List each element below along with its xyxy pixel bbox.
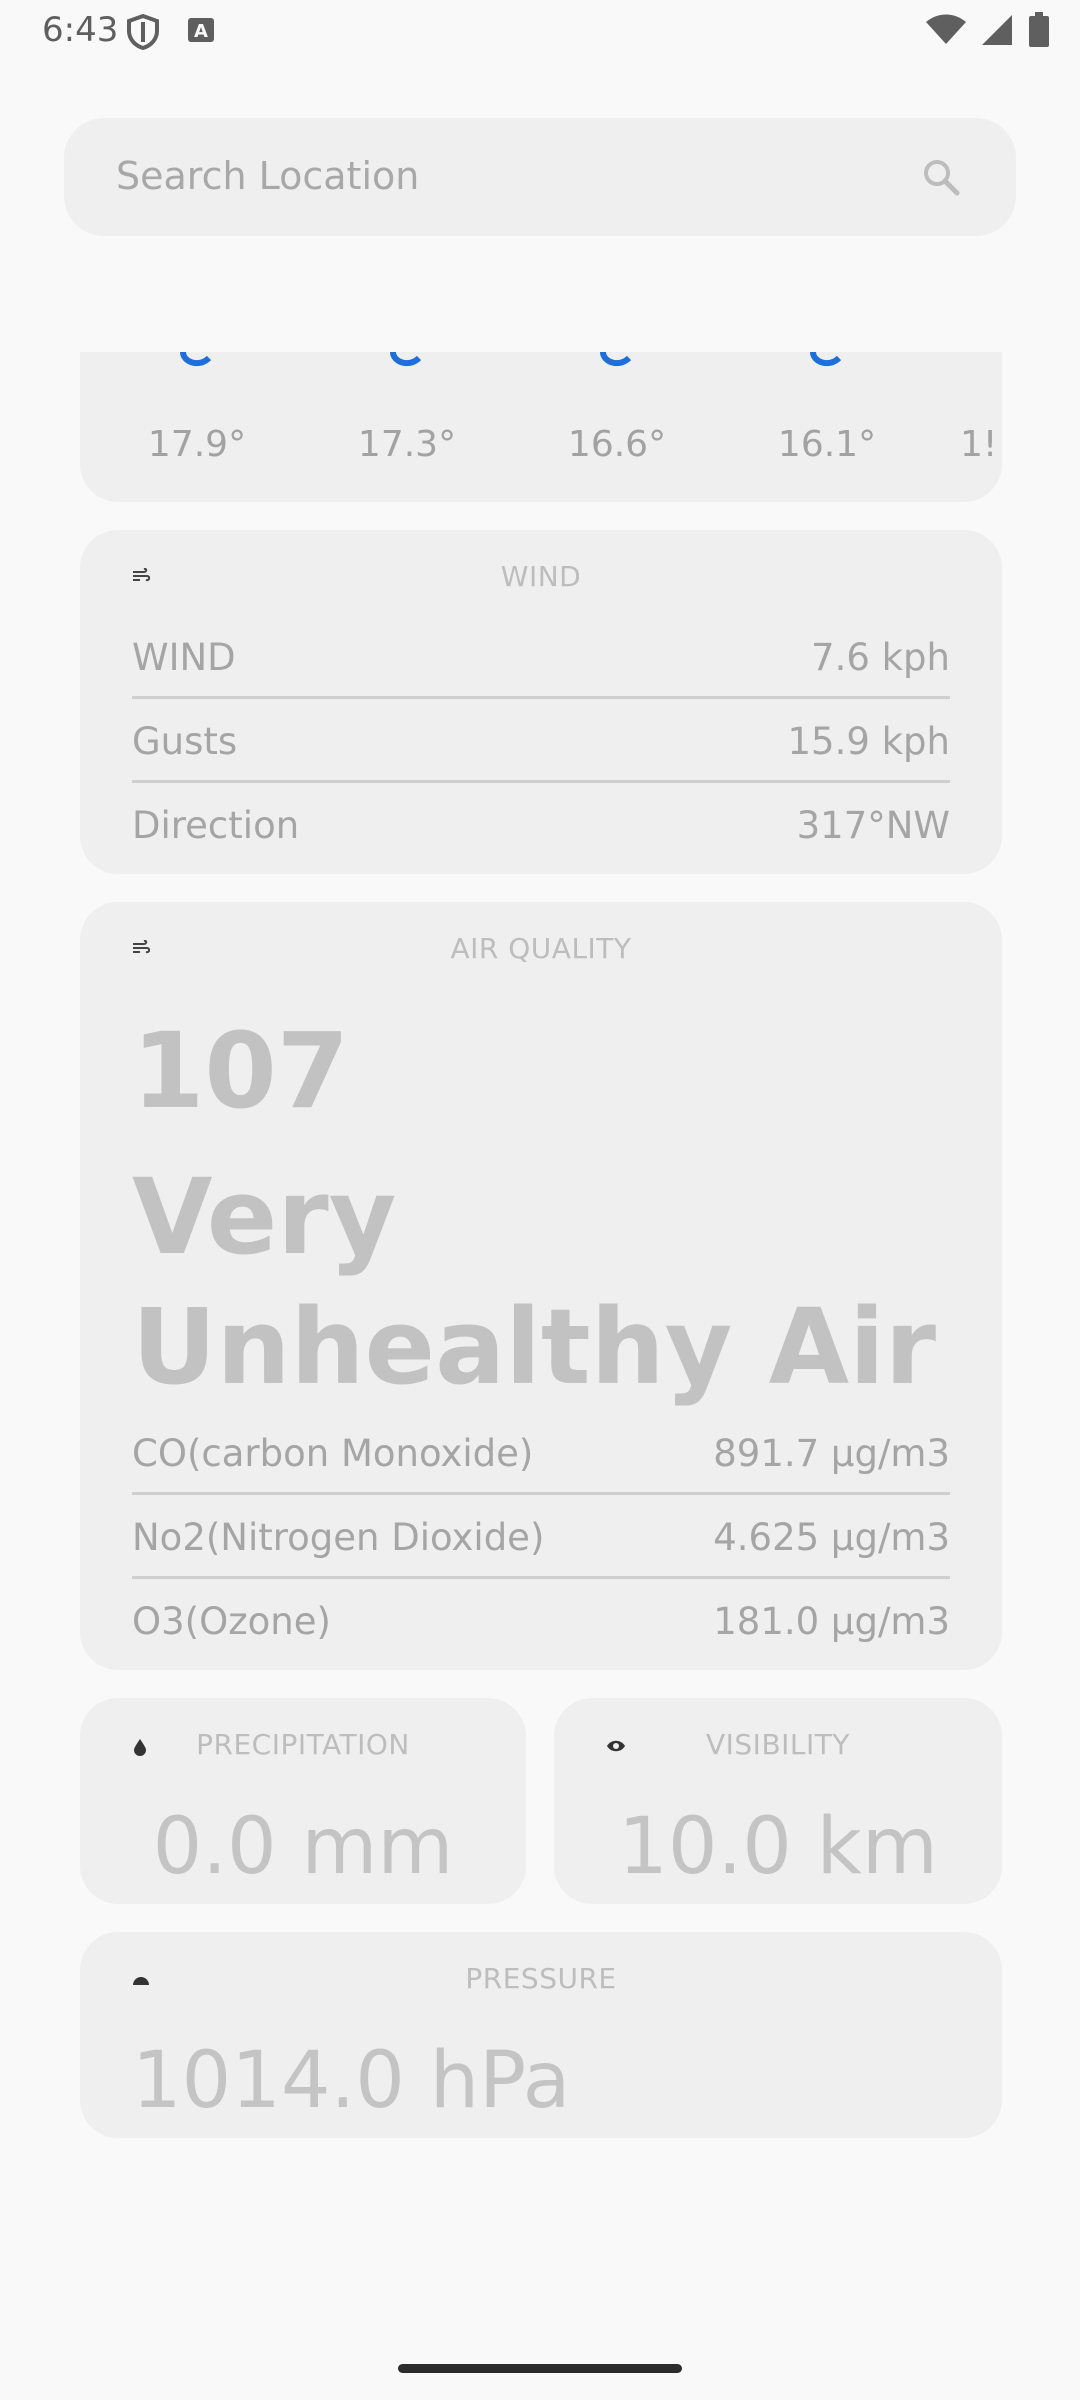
hourly-item: 16.6°: [552, 352, 682, 465]
status-bar: 6:43 A: [0, 0, 1080, 64]
weather-icon: [600, 352, 632, 367]
svg-text:A: A: [194, 21, 208, 42]
battery-icon: [1029, 12, 1049, 47]
gusts-row: Gusts 15.9 kph: [132, 698, 950, 783]
hourly-temp: 16.6°: [567, 424, 667, 465]
status-time: 6:43: [42, 10, 119, 50]
visibility-title: VISIBILITY: [706, 1728, 850, 1761]
o3-label: O3(Ozone): [132, 1600, 331, 1643]
air-quality-title: AIR QUALITY: [450, 932, 632, 965]
direction-label: Direction: [132, 804, 300, 847]
direction-value: 317°NW: [796, 804, 950, 847]
o3-row: O3(Ozone) 181.0 μg/m3: [132, 1578, 950, 1660]
weather-icon: [390, 352, 422, 367]
search-placeholder: Search Location: [116, 154, 420, 198]
precipitation-card: PRECIPITATION 0.0 mm: [80, 1698, 526, 1904]
direction-row: Direction 317°NW: [132, 782, 950, 864]
weather-icon: [180, 352, 212, 367]
hourly-temp: 17.9°: [147, 424, 247, 465]
co-row: CO(carbon Monoxide) 891.7 μg/m3: [132, 1410, 950, 1495]
search-icon[interactable]: [922, 158, 960, 196]
search-input[interactable]: Search Location: [64, 118, 1016, 236]
pressure-card: PRESSURE 1014.0 hPa: [80, 1932, 1002, 2138]
font-icon: A: [188, 18, 214, 42]
wind-label: WIND: [132, 636, 236, 679]
wind-row: WIND 7.6 kph: [132, 614, 950, 699]
gusts-value: 15.9 kph: [787, 720, 950, 763]
no2-value: 4.625 μg/m3: [713, 1516, 950, 1559]
hourly-temp: 17.3°: [357, 424, 457, 465]
precipitation-value: 0.0 mm: [152, 1802, 454, 1892]
wind-value: 7.6 kph: [811, 636, 950, 679]
air-quality-card: AIR QUALITY 107 Very Unhealthy Air CO(ca…: [80, 902, 1002, 1670]
co-label: CO(carbon Monoxide): [132, 1432, 534, 1475]
hourly-item: 17.9°: [132, 352, 262, 465]
visibility-value: 10.0 km: [618, 1802, 938, 1892]
hourly-temp: 16.1°: [777, 424, 877, 465]
wind-card: WIND WIND 7.6 kph Gusts 15.9 kph Directi…: [80, 530, 1002, 874]
weather-icon: [810, 352, 842, 367]
hourly-item: 16.1°: [762, 352, 892, 465]
hourly-temp: 1!: [960, 424, 998, 465]
aqi-value: 107: [132, 1010, 350, 1132]
signal-icon: [982, 15, 1012, 45]
shield-icon: [127, 14, 159, 50]
pressure-value: 1014.0 hPa: [132, 2036, 571, 2126]
no2-label: No2(Nitrogen Dioxide): [132, 1516, 545, 1559]
home-indicator[interactable]: [398, 2364, 682, 2373]
visibility-card: VISIBILITY 10.0 km: [554, 1698, 1002, 1904]
pressure-title: PRESSURE: [465, 1962, 617, 1995]
wifi-icon: [926, 14, 966, 44]
precipitation-title: PRECIPITATION: [196, 1728, 410, 1761]
hourly-forecast-card[interactable]: 17.9° 17.3° 16.6° 16.1° 1!: [80, 352, 1002, 502]
co-value: 891.7 μg/m3: [713, 1432, 950, 1475]
o3-value: 181.0 μg/m3: [713, 1600, 950, 1643]
aqi-description: Very Unhealthy Air: [132, 1156, 937, 1408]
wind-title: WIND: [500, 560, 582, 593]
hourly-item: 17.3°: [342, 352, 472, 465]
no2-row: No2(Nitrogen Dioxide) 4.625 μg/m3: [132, 1494, 950, 1579]
gusts-label: Gusts: [132, 720, 238, 763]
